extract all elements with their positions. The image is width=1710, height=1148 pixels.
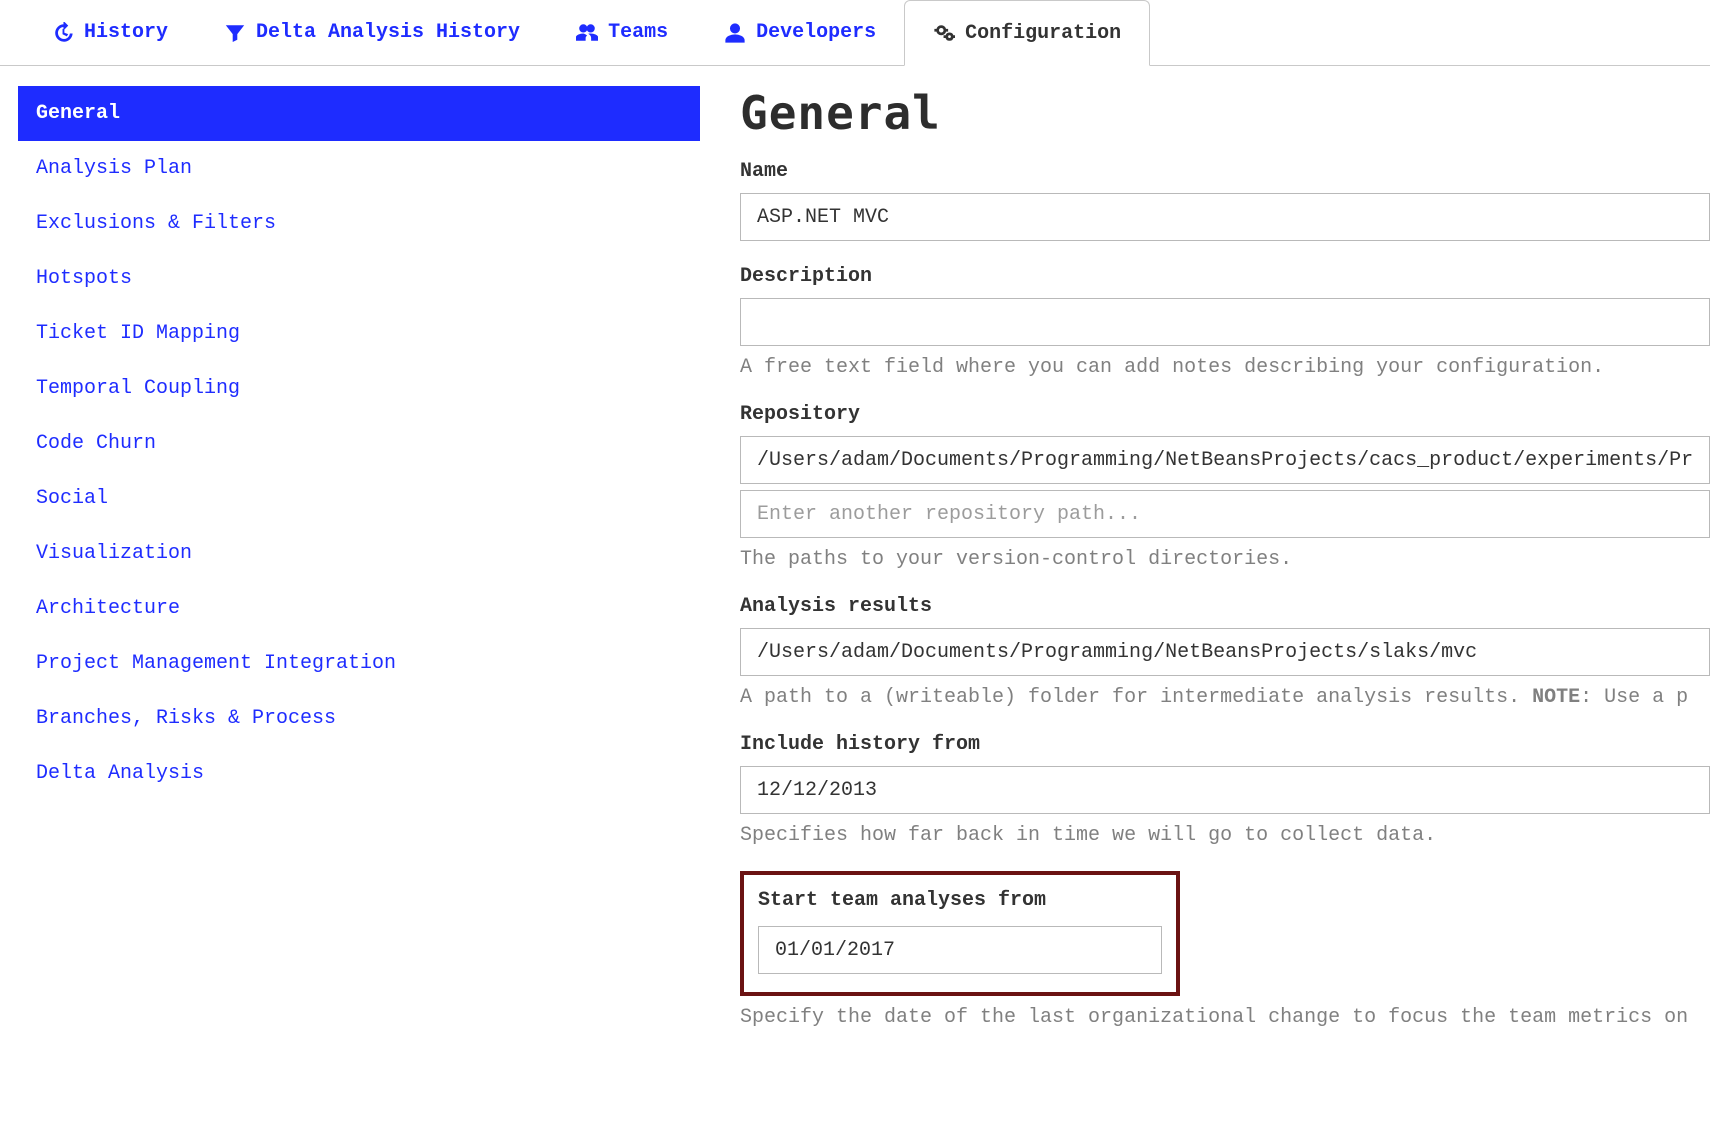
results-input[interactable] — [740, 628, 1710, 676]
tab-delta-analysis-history[interactable]: Delta Analysis History — [196, 0, 548, 65]
users-icon — [576, 22, 598, 44]
top-tabbar: History Delta Analysis History Teams Dev… — [0, 0, 1710, 66]
results-help: A path to a (writeable) folder for inter… — [740, 686, 1710, 709]
team-analyses-help: Specify the date of the last organizatio… — [740, 1006, 1710, 1029]
tab-label: Teams — [608, 21, 668, 44]
repository-input[interactable] — [740, 436, 1710, 484]
sidebar-item-social[interactable]: Social — [18, 471, 700, 526]
name-input[interactable] — [740, 193, 1710, 241]
team-analyses-input[interactable] — [758, 926, 1162, 974]
history-icon — [52, 22, 74, 44]
sidebar-item-temporal-coupling[interactable]: Temporal Coupling — [18, 361, 700, 416]
description-input[interactable] — [740, 298, 1710, 346]
repository-label: Repository — [740, 403, 1710, 426]
tab-developers[interactable]: Developers — [696, 0, 904, 65]
include-history-help: Specifies how far back in time we will g… — [740, 824, 1710, 847]
tab-label: Delta Analysis History — [256, 21, 520, 44]
sidebar-item-analysis-plan[interactable]: Analysis Plan — [18, 141, 700, 196]
description-label: Description — [740, 265, 1710, 288]
sidebar-item-delta-analysis[interactable]: Delta Analysis — [18, 746, 700, 801]
tab-label: History — [84, 21, 168, 44]
include-history-input[interactable] — [740, 766, 1710, 814]
tab-teams[interactable]: Teams — [548, 0, 696, 65]
repository-help: The paths to your version-control direct… — [740, 548, 1710, 571]
sidebar-item-visualization[interactable]: Visualization — [18, 526, 700, 581]
sidebar-item-code-churn[interactable]: Code Churn — [18, 416, 700, 471]
tab-configuration[interactable]: Configuration — [904, 0, 1150, 66]
tab-history[interactable]: History — [24, 0, 196, 65]
tab-label: Developers — [756, 21, 876, 44]
description-help: A free text field where you can add note… — [740, 356, 1710, 379]
sidebar-item-ticket-id-mapping[interactable]: Ticket ID Mapping — [18, 306, 700, 361]
config-form: General Name Description A free text fie… — [700, 86, 1710, 1053]
gears-icon — [933, 22, 955, 44]
results-label: Analysis results — [740, 595, 1710, 618]
sidebar-item-branches-risks[interactable]: Branches, Risks & Process — [18, 691, 700, 746]
team-analyses-highlight: Start team analyses from — [740, 871, 1180, 996]
sidebar-item-hotspots[interactable]: Hotspots — [18, 251, 700, 306]
page-title: General — [740, 86, 1710, 140]
sidebar-item-architecture[interactable]: Architecture — [18, 581, 700, 636]
sidebar-item-project-management[interactable]: Project Management Integration — [18, 636, 700, 691]
team-analyses-label: Start team analyses from — [758, 889, 1162, 912]
name-label: Name — [740, 160, 1710, 183]
sidebar-item-exclusions-filters[interactable]: Exclusions & Filters — [18, 196, 700, 251]
repository-extra-input[interactable] — [740, 490, 1710, 538]
sidebar-item-general[interactable]: General — [18, 86, 700, 141]
filter-icon — [224, 22, 246, 44]
config-sidebar: General Analysis Plan Exclusions & Filte… — [0, 86, 700, 1053]
include-history-label: Include history from — [740, 733, 1710, 756]
user-icon — [724, 22, 746, 44]
tab-label: Configuration — [965, 22, 1121, 45]
